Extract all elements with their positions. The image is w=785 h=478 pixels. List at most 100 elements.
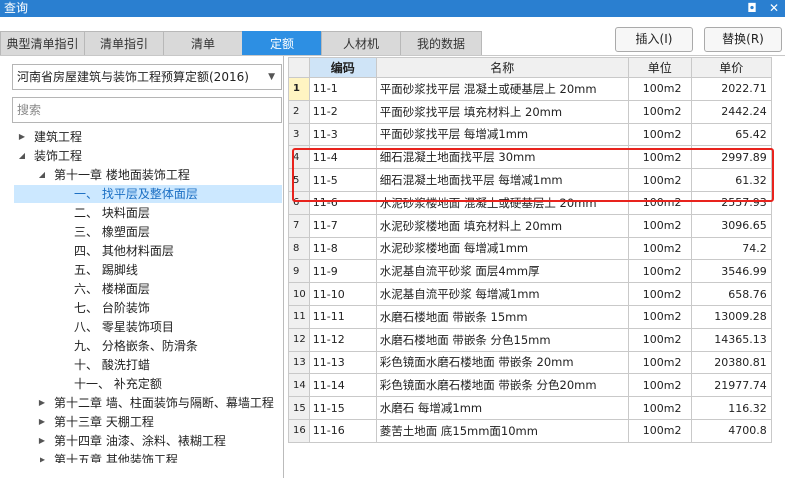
table-row[interactable]: 1 11-1 平面砂浆找平层 混凝土或硬基层上 20mm 100m2 2022.71 <box>288 77 772 101</box>
table-row[interactable]: 3 11-3 平面砂浆找平层 每增减1mm 100m2 65.42 <box>288 122 772 147</box>
replace-button[interactable]: 替换(R) <box>704 27 782 52</box>
quota-set-select[interactable]: 河南省房屋建筑与装饰工程预算定额(2016) ▼ <box>12 64 282 90</box>
table-row[interactable]: 5 11-5 细石混凝土地面找平层 每增减1mm 100m2 61.32 <box>288 168 772 192</box>
cell-name[interactable]: 水磨石楼地面 带嵌条 15mm <box>375 304 629 329</box>
cell-unit[interactable]: 100m2 <box>627 282 692 306</box>
tree-node-section-7[interactable]: 七、 台阶装饰 <box>74 299 150 317</box>
cell-price[interactable]: 20380.81 <box>690 350 772 375</box>
cell-code[interactable]: 11-6 <box>308 190 377 215</box>
table-row[interactable]: 16 11-16 菱苦土地面 底15mm面10mm 100m2 4700.8 <box>288 418 772 443</box>
cell-code[interactable]: 11-7 <box>308 213 377 238</box>
cell-price[interactable]: 658.76 <box>690 282 772 306</box>
tree-node-section-1[interactable]: 一、 找平层及整体面层 <box>14 185 282 203</box>
table-row[interactable]: 12 11-12 水磨石楼地面 带嵌条 分色15mm 100m2 14365.13 <box>288 327 772 352</box>
cell-code[interactable]: 11-2 <box>308 99 377 124</box>
tab-list[interactable]: 清单 <box>163 31 243 56</box>
cell-code[interactable]: 11-5 <box>308 168 377 192</box>
cell-unit[interactable]: 100m2 <box>627 327 692 352</box>
table-row[interactable]: 4 11-4 细石混凝土地面找平层 30mm 100m2 2997.89 <box>288 145 772 170</box>
cell-price[interactable]: 21977.74 <box>690 373 772 398</box>
cell-unit[interactable]: 100m2 <box>627 396 692 420</box>
cell-code[interactable]: 11-3 <box>308 122 377 147</box>
tree-node-section-8[interactable]: 八、 零星装饰项目 <box>74 318 174 336</box>
cell-name[interactable]: 彩色镜面水磨石楼地面 带嵌条 20mm <box>375 350 629 375</box>
cell-name[interactable]: 平面砂浆找平层 每增减1mm <box>375 122 629 147</box>
cell-unit[interactable]: 100m2 <box>627 304 692 329</box>
tree-node-chapter-12[interactable]: ▶ 第十二章 墙、柱面装饰与隔断、幕墙工程 <box>39 394 274 412</box>
chevron-down-icon[interactable]: ▼ <box>268 65 275 89</box>
cell-price[interactable]: 2997.89 <box>690 145 772 170</box>
cell-code[interactable]: 11-1 <box>308 77 377 101</box>
cell-name[interactable]: 细石混凝土地面找平层 30mm <box>375 145 629 170</box>
cell-code[interactable]: 11-16 <box>308 418 377 443</box>
cell-code[interactable]: 11-10 <box>308 282 377 306</box>
tree-node-section-11[interactable]: 十一、 补充定额 <box>74 375 162 393</box>
cell-name[interactable]: 水泥砂浆楼地面 混凝土或硬基层上 20mm <box>375 190 629 215</box>
cell-code[interactable]: 11-8 <box>308 236 377 261</box>
close-icon[interactable]: ✕ <box>766 0 782 16</box>
tree-node-chapter-15[interactable]: ▶ 第十五章 其他装饰工程 <box>40 451 178 463</box>
table-row[interactable]: 15 11-15 水磨石 每增减1mm 100m2 116.32 <box>288 396 772 420</box>
cell-code[interactable]: 11-13 <box>308 350 377 375</box>
tree-node-section-3[interactable]: 三、 橡塑面层 <box>74 223 150 241</box>
cell-price[interactable]: 61.32 <box>690 168 772 192</box>
search-box[interactable] <box>12 97 282 123</box>
cell-name[interactable]: 水泥砂浆楼地面 每增减1mm <box>375 236 629 261</box>
cell-price[interactable]: 74.2 <box>690 236 772 261</box>
expand-arrow-icon[interactable]: ▶ <box>16 128 28 146</box>
cell-code[interactable]: 11-9 <box>308 259 377 284</box>
table-row[interactable]: 8 11-8 水泥砂浆楼地面 每增减1mm 100m2 74.2 <box>288 236 772 261</box>
tree-node-section-2[interactable]: 二、 块料面层 <box>74 204 150 222</box>
cell-code[interactable]: 11-12 <box>308 327 377 352</box>
collapse-arrow-icon[interactable]: ◢ <box>16 147 28 165</box>
tree-node-chapter-13[interactable]: ▶ 第十三章 天棚工程 <box>39 413 154 431</box>
tree-node-section-6[interactable]: 六、 楼梯面层 <box>74 280 150 298</box>
tab-list-guide[interactable]: 清单指引 <box>84 31 164 56</box>
cell-name[interactable]: 平面砂浆找平层 混凝土或硬基层上 20mm <box>375 77 629 101</box>
tree-node-chapter-14[interactable]: ▶ 第十四章 油漆、涂料、裱糊工程 <box>39 432 226 450</box>
cell-price[interactable]: 2442.24 <box>690 99 772 124</box>
cell-unit[interactable]: 100m2 <box>627 99 692 124</box>
table-row[interactable]: 11 11-11 水磨石楼地面 带嵌条 15mm 100m2 13009.28 <box>288 304 772 329</box>
tree-node-section-5[interactable]: 五、 踢脚线 <box>74 261 138 279</box>
table-row[interactable]: 14 11-14 彩色镜面水磨石楼地面 带嵌条 分色20mm 100m2 21977.7… <box>288 373 772 398</box>
cell-price[interactable]: 14365.13 <box>690 327 772 352</box>
tree-node-section-9[interactable]: 九、 分格嵌条、防滑条 <box>74 337 198 355</box>
cell-unit[interactable]: 100m2 <box>627 350 692 375</box>
cell-unit[interactable]: 100m2 <box>627 373 692 398</box>
expand-arrow-icon[interactable]: ▶ <box>36 394 48 412</box>
tree-node-section-4[interactable]: 四、 其他材料面层 <box>74 242 174 260</box>
cell-price[interactable]: 116.32 <box>690 396 772 420</box>
cell-price[interactable]: 4700.8 <box>690 418 772 443</box>
cell-price[interactable]: 65.42 <box>690 122 772 147</box>
insert-button[interactable]: 插入(I) <box>615 27 693 52</box>
cell-unit[interactable]: 100m2 <box>627 213 692 238</box>
collapse-arrow-icon[interactable]: ◢ <box>36 166 48 184</box>
cell-price[interactable]: 13009.28 <box>690 304 772 329</box>
expand-arrow-icon[interactable]: ▶ <box>36 413 48 431</box>
cell-unit[interactable]: 100m2 <box>627 190 692 215</box>
tree-node-chapter-11[interactable]: ◢ 第十一章 楼地面装饰工程 <box>39 166 190 184</box>
expand-arrow-icon[interactable]: ▶ <box>36 432 48 450</box>
tab-my-data[interactable]: 我的数据 <box>400 31 482 56</box>
cell-code[interactable]: 11-15 <box>308 396 377 420</box>
cell-unit[interactable]: 100m2 <box>627 236 692 261</box>
cell-name[interactable]: 水泥基自流平砂浆 面层4mm厚 <box>375 259 629 284</box>
column-header-name[interactable]: 名称 <box>375 57 629 78</box>
tree-node-decoration[interactable]: ◢ 装饰工程 <box>19 147 82 165</box>
cell-unit[interactable]: 100m2 <box>627 122 692 147</box>
table-row[interactable]: 7 11-7 水泥砂浆楼地面 填充材料上 20mm 100m2 3096.65 <box>288 213 772 238</box>
cell-unit[interactable]: 100m2 <box>627 145 692 170</box>
table-row[interactable]: 6 11-6 水泥砂浆楼地面 混凝土或硬基层上 20mm 100m2 2557.93 <box>288 190 772 215</box>
cell-code[interactable]: 11-14 <box>308 373 377 398</box>
cell-unit[interactable]: 100m2 <box>627 259 692 284</box>
cell-price[interactable]: 3546.99 <box>690 259 772 284</box>
cell-name[interactable]: 彩色镜面水磨石楼地面 带嵌条 分色20mm <box>375 373 629 398</box>
cell-unit[interactable]: 100m2 <box>627 77 692 101</box>
tab-typical-list-guide[interactable]: 典型清单指引 <box>0 31 85 56</box>
column-header-unit[interactable]: 单位 <box>627 57 692 78</box>
cell-name[interactable]: 水泥砂浆楼地面 填充材料上 20mm <box>375 213 629 238</box>
restore-icon[interactable]: ◘ <box>744 0 760 16</box>
cell-code[interactable]: 11-4 <box>308 145 377 170</box>
cell-name[interactable]: 水泥基自流平砂浆 每增减1mm <box>375 282 629 306</box>
